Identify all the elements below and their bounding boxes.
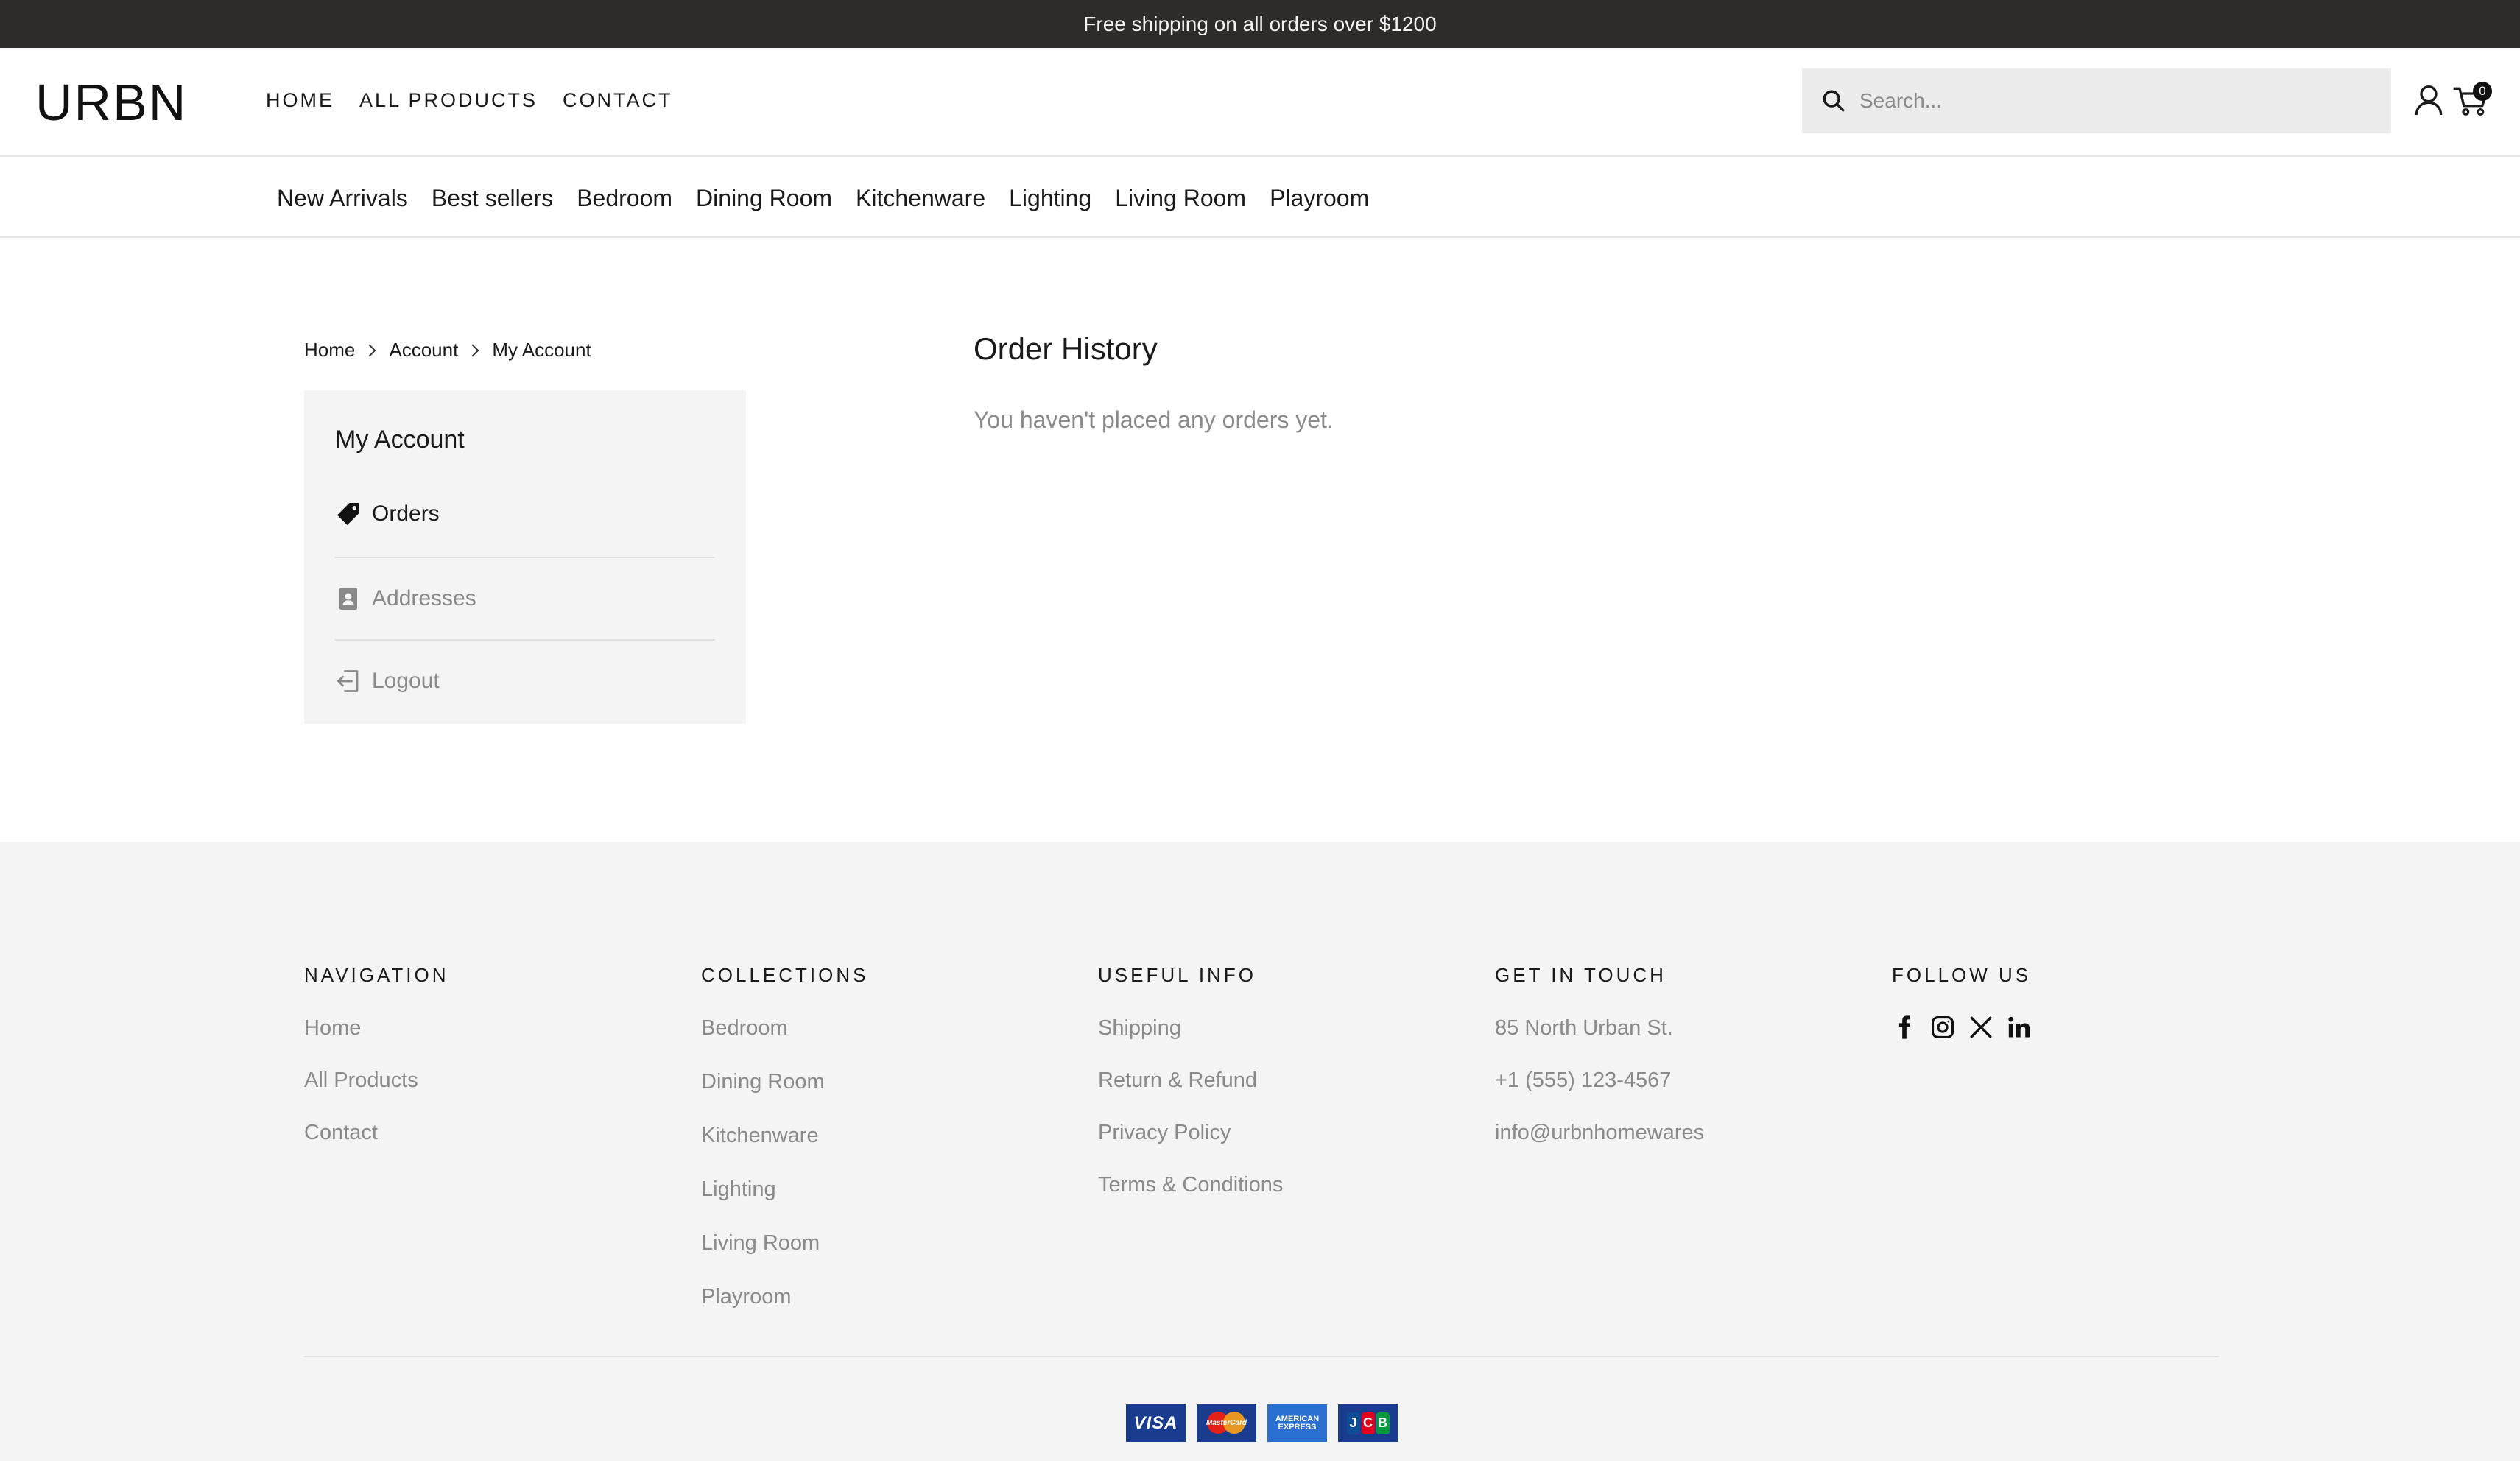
amex-label-line2: EXPRESS: [1278, 1422, 1317, 1432]
footer-link-lighting[interactable]: Lighting: [701, 1177, 869, 1202]
nav-all-products[interactable]: ALL PRODUCTS: [359, 89, 538, 112]
search-box[interactable]: [1802, 68, 2391, 133]
footer-useful-info: USEFUL INFO Shipping Return & Refund Pri…: [1098, 964, 1283, 1225]
nav-contact[interactable]: CONTACT: [563, 89, 673, 112]
chevron-right-icon: [466, 344, 479, 356]
payment-methods: VISA MasterCard AMERICAN EXPRESS J C B: [1126, 1404, 1398, 1442]
footer-heading: GET IN TOUCH: [1495, 964, 1666, 986]
main-nav: HOME ALL PRODUCTS CONTACT: [266, 89, 673, 112]
account-item-label: Orders: [372, 501, 440, 526]
jcb-letter-c: C: [1361, 1412, 1375, 1434]
category-playroom[interactable]: Playroom: [1270, 185, 1369, 212]
search-icon: [1823, 90, 1845, 112]
address-book-icon: [339, 588, 357, 610]
account-item-logout[interactable]: Logout: [335, 639, 715, 722]
linkedin-icon[interactable]: [2007, 1015, 2032, 1040]
mastercard-icon: MasterCard: [1197, 1404, 1256, 1442]
order-history-empty-message: You haven't placed any orders yet.: [974, 406, 1334, 433]
site-footer: NAVIGATION Home All Products Contact COL…: [0, 842, 2520, 1461]
footer-heading: FOLLOW US: [1892, 964, 2032, 986]
account-item-addresses[interactable]: Addresses: [335, 557, 715, 639]
footer-divider: [304, 1356, 2219, 1357]
footer-link-kitchenware[interactable]: Kitchenware: [701, 1124, 869, 1148]
jcb-letter-b: B: [1376, 1412, 1390, 1434]
order-history-title: Order History: [974, 331, 1158, 366]
account-item-label: Logout: [372, 669, 440, 693]
footer-link-privacy-policy[interactable]: Privacy Policy: [1098, 1121, 1283, 1145]
breadcrumb-home[interactable]: Home: [304, 339, 355, 362]
footer-link-contact[interactable]: Contact: [304, 1121, 449, 1145]
footer-email[interactable]: info@urbnhomewares: [1495, 1121, 1704, 1145]
footer-phone[interactable]: +1 (555) 123-4567: [1495, 1069, 1704, 1093]
footer-link-home[interactable]: Home: [304, 1016, 449, 1041]
footer-follow-us: FOLLOW US: [1892, 964, 2032, 1040]
footer-link-playroom[interactable]: Playroom: [701, 1285, 869, 1309]
footer-link-all-products[interactable]: All Products: [304, 1069, 449, 1093]
footer-collections: COLLECTIONS Bedroom Dining Room Kitchenw…: [701, 964, 869, 1339]
footer-link-bedroom[interactable]: Bedroom: [701, 1016, 869, 1041]
footer-heading: USEFUL INFO: [1098, 964, 1256, 986]
footer-link-return-refund[interactable]: Return & Refund: [1098, 1069, 1283, 1093]
category-lighting[interactable]: Lighting: [1009, 185, 1091, 212]
account-title: My Account: [335, 426, 465, 454]
category-dining-room[interactable]: Dining Room: [696, 185, 832, 212]
nav-home[interactable]: HOME: [266, 89, 334, 112]
facebook-icon[interactable]: [1892, 1015, 1917, 1040]
footer-get-in-touch: GET IN TOUCH 85 North Urban St. +1 (555)…: [1495, 964, 1704, 1173]
cart-count-badge: 0: [2473, 82, 2492, 101]
footer-heading: NAVIGATION: [304, 964, 449, 986]
breadcrumb-account[interactable]: Account: [389, 339, 458, 362]
site-logo[interactable]: URBN: [35, 73, 187, 132]
footer-link-dining-room[interactable]: Dining Room: [701, 1070, 869, 1094]
footer-link-shipping[interactable]: Shipping: [1098, 1016, 1283, 1041]
category-new-arrivals[interactable]: New Arrivals: [277, 185, 408, 212]
tag-icon: [337, 503, 359, 525]
jcb-icon: J C B: [1338, 1404, 1398, 1442]
footer-link-terms[interactable]: Terms & Conditions: [1098, 1173, 1283, 1197]
visa-icon: VISA: [1126, 1404, 1186, 1442]
announcement-text: Free shipping on all orders over $1200: [1083, 12, 1437, 35]
category-bedroom[interactable]: Bedroom: [577, 185, 672, 212]
chevron-right-icon: [363, 344, 376, 356]
instagram-icon[interactable]: [1930, 1015, 1955, 1040]
visa-label: VISA: [1133, 1412, 1178, 1433]
footer-heading: COLLECTIONS: [701, 964, 869, 986]
footer-navigation: NAVIGATION Home All Products Contact: [304, 964, 449, 1173]
footer-link-living-room[interactable]: Living Room: [701, 1231, 869, 1256]
mastercard-label: MasterCard: [1206, 1419, 1247, 1427]
footer-address: 85 North Urban St.: [1495, 1016, 1673, 1040]
x-icon[interactable]: [1968, 1015, 1993, 1040]
category-best-sellers[interactable]: Best sellers: [432, 185, 553, 212]
user-icon[interactable]: [2414, 84, 2443, 116]
breadcrumb-my-account: My Account: [492, 339, 591, 361]
search-input[interactable]: [1859, 89, 2375, 113]
jcb-letter-j: J: [1346, 1412, 1360, 1434]
category-nav: New Arrivals Best sellers Bedroom Dining…: [0, 157, 2520, 238]
site-header: URBN HOME ALL PRODUCTS CONTACT 0: [0, 48, 2520, 157]
category-living-room[interactable]: Living Room: [1115, 185, 1246, 212]
account-sidebar: My Account Orders Addresses Logout: [304, 390, 746, 724]
account-item-orders[interactable]: Orders: [335, 473, 715, 555]
amex-label-line1: AMERICAN: [1275, 1414, 1320, 1423]
account-item-label: Addresses: [372, 586, 476, 610]
announcement-bar: Free shipping on all orders over $1200: [0, 0, 2520, 48]
logout-icon: [337, 670, 359, 692]
amex-icon: AMERICAN EXPRESS: [1267, 1404, 1327, 1442]
breadcrumb: Home Account My Account: [304, 339, 591, 362]
category-kitchenware[interactable]: Kitchenware: [856, 185, 985, 212]
